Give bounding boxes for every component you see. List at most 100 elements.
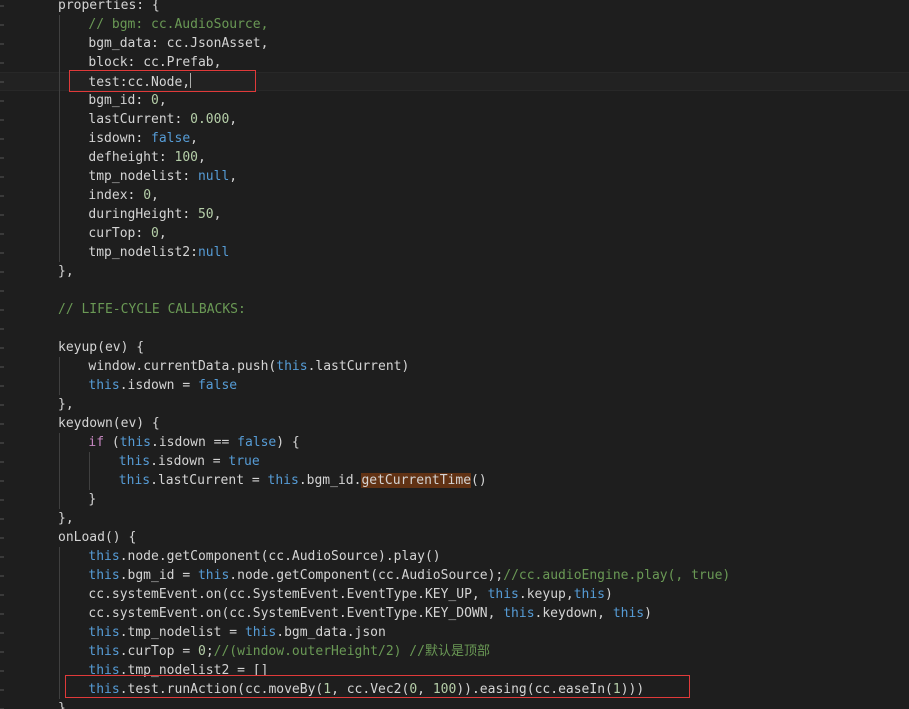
code-text: this.curTop = 0;//(window.outerHeight/2)… — [88, 642, 490, 661]
code-token: tmp_nodelist2 — [88, 245, 191, 260]
code-line[interactable]: }, — [0, 699, 909, 709]
code-token: curTop — [88, 226, 136, 241]
code-token: . — [276, 625, 285, 640]
code-token: ) { — [136, 416, 160, 431]
code-text: this.lastCurrent = this.bgm_id.getCurren… — [119, 471, 487, 490]
code-token: bgm_id — [127, 568, 175, 583]
code-line[interactable]: tmp_nodelist: null, — [0, 167, 909, 186]
code-line[interactable]: isdown: false, — [0, 129, 909, 148]
code-line[interactable]: }, — [0, 395, 909, 414]
code-text: onLoad() { — [58, 528, 136, 547]
code-token: keyup — [526, 587, 566, 602]
code-token: cc — [166, 36, 183, 51]
code-text: if (this.isdown == false) { — [88, 433, 299, 452]
indent-guide — [59, 34, 60, 53]
code-token: this — [118, 473, 151, 488]
code-line[interactable]: this.node.getComponent(cc.AudioSource).p… — [0, 547, 909, 566]
code-token: isdown — [157, 454, 205, 469]
code-text: cc.systemEvent.on(cc.SystemEvent.EventTy… — [88, 585, 612, 604]
code-token: } — [88, 492, 97, 507]
code-line[interactable]: lastCurrent: 0.000, — [0, 110, 909, 129]
code-token: : — [174, 112, 191, 127]
code-line[interactable]: keydown(ev) { — [0, 414, 909, 433]
indent-guide — [59, 623, 60, 642]
code-token: tmp_nodelist — [127, 625, 222, 640]
code-line[interactable] — [0, 319, 909, 338]
indent-guide — [59, 661, 60, 680]
code-token: isdown — [158, 435, 206, 450]
code-text: index: 0, — [88, 186, 158, 205]
code-text: bgm_data: cc.JsonAsset, — [88, 34, 268, 53]
code-token: () — [471, 473, 487, 488]
indent-guide — [59, 167, 60, 186]
indent-guide — [59, 243, 60, 262]
code-token: . — [119, 549, 128, 564]
code-token: .AudioSource); — [393, 568, 504, 583]
annotation-box-test-property — [69, 70, 256, 92]
code-line[interactable]: onLoad() { — [0, 528, 909, 547]
code-line[interactable]: // LIFE-CYCLE CALLBACKS: — [0, 300, 909, 319]
code-line[interactable]: this.bgm_id = this.node.getComponent(cc.… — [0, 566, 909, 585]
code-text: cc.systemEvent.on(cc.SystemEvent.EventTy… — [88, 604, 652, 623]
code-token: getComponent — [166, 549, 261, 564]
code-line[interactable]: tmp_nodelist2:null — [0, 243, 909, 262]
code-token: tmp_nodelist — [88, 169, 183, 184]
code-line[interactable]: this.curTop = 0;//(window.outerHeight/2)… — [0, 642, 909, 661]
code-line[interactable]: if (this.isdown == false) { — [0, 433, 909, 452]
code-token: this — [119, 435, 152, 450]
code-line[interactable]: }, — [0, 509, 909, 528]
code-token: cc — [229, 587, 245, 602]
code-token: this — [612, 606, 645, 621]
code-line[interactable]: properties: { — [0, 0, 909, 15]
code-token: ) — [401, 359, 410, 374]
code-editor[interactable]: properties: {// bgm: cc.AudioSource, bgm_… — [0, 0, 909, 709]
code-token: . — [135, 359, 144, 374]
code-line[interactable]: index: 0, — [0, 186, 909, 205]
code-token: , — [565, 587, 574, 602]
code-token: false — [237, 435, 277, 450]
annotation-box-run-action — [65, 675, 690, 698]
code-line[interactable]: // bgm: cc.AudioSource, — [0, 15, 909, 34]
code-line[interactable]: bgm_data: cc.JsonAsset, — [0, 34, 909, 53]
code-line[interactable]: this.isdown = true — [0, 452, 909, 471]
code-token: }, — [58, 511, 74, 526]
code-token: curTop — [127, 644, 175, 659]
code-line[interactable]: this.isdown = false — [0, 376, 909, 395]
code-token: , — [158, 226, 167, 241]
code-text: duringHeight: 50, — [88, 205, 221, 224]
indent-guide — [59, 680, 60, 699]
code-line[interactable]: this.tmp_nodelist = this.bgm_data.json — [0, 623, 909, 642]
code-token: : — [182, 169, 198, 184]
code-line[interactable]: keyup(ev) { — [0, 338, 909, 357]
indent-guide — [59, 91, 60, 110]
code-line[interactable]: cc.systemEvent.on(cc.SystemEvent.EventTy… — [0, 604, 909, 623]
code-token: push — [237, 359, 269, 374]
code-token: 0 — [151, 93, 159, 108]
indent-guide — [59, 110, 60, 129]
code-token: true — [228, 454, 260, 469]
code-text: tmp_nodelist2:null — [88, 243, 229, 262]
code-line[interactable]: curTop: 0, — [0, 224, 909, 243]
code-token: , — [213, 207, 222, 222]
code-token: bgm_data — [284, 625, 347, 640]
code-area[interactable]: properties: {// bgm: cc.AudioSource, bgm_… — [0, 0, 909, 709]
code-line[interactable]: defheight: 100, — [0, 148, 909, 167]
code-line[interactable] — [0, 281, 909, 300]
code-line[interactable]: window.currentData.push(this.lastCurrent… — [0, 357, 909, 376]
code-token: . — [229, 359, 238, 374]
code-token: onLoad — [58, 530, 105, 545]
code-line[interactable]: }, — [0, 262, 909, 281]
code-token: . — [197, 606, 206, 621]
code-line[interactable]: cc.systemEvent.on(cc.SystemEvent.EventTy… — [0, 585, 909, 604]
code-text: }, — [58, 509, 74, 528]
code-token: : — [127, 188, 144, 203]
code-line[interactable]: bgm_id: 0, — [0, 91, 909, 110]
code-token: window — [88, 359, 136, 374]
code-line[interactable]: } — [0, 490, 909, 509]
code-token: = — [174, 644, 198, 659]
code-line[interactable]: duringHeight: 50, — [0, 205, 909, 224]
code-token: this — [118, 454, 151, 469]
code-line[interactable]: this.lastCurrent = this.bgm_id.getCurren… — [0, 471, 909, 490]
code-token: : — [127, 55, 144, 70]
code-token: 100 — [174, 150, 198, 165]
